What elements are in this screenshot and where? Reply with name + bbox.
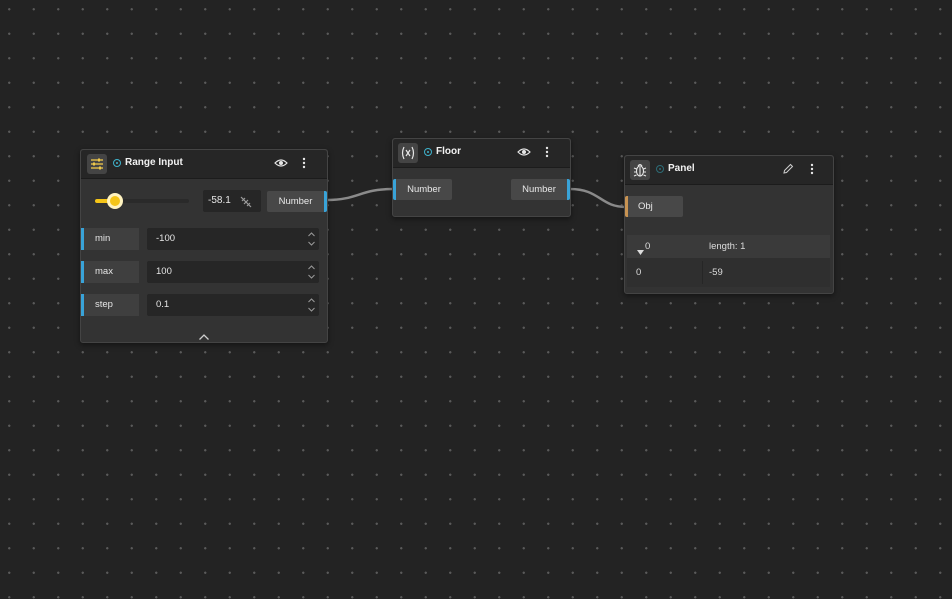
range-row-step: step 0.1 [81,294,327,316]
floor-header[interactable]: Floor [393,139,570,168]
sliders-icon [87,154,107,174]
node-title: Range Input [125,157,183,168]
table-row-value: -59 [709,267,723,278]
caret-down-icon[interactable] [637,243,644,261]
wire-floor-to-panel [569,187,627,209]
more-options-icon[interactable] [296,155,312,171]
panel-header[interactable]: Panel [625,156,833,185]
more-options-icon[interactable] [804,161,820,177]
table-header-row[interactable]: 0 length: 1 [627,235,830,258]
port-label: Number [407,184,441,195]
port-label: Number [522,184,556,195]
range-slider[interactable] [95,193,189,209]
port-label: Number [278,196,313,207]
stepper-icon[interactable] [307,230,316,248]
step-input[interactable]: 0.1 [147,294,319,316]
step-value: 0.1 [156,299,170,310]
slider-value: -58.1 [208,195,231,206]
node-title: Panel [668,163,695,174]
table-divider [702,261,703,284]
min-input[interactable]: -100 [147,228,319,250]
range-row-min: min -100 [81,228,327,250]
wire-range-to-floor [326,187,394,202]
step-label: step [81,294,139,316]
status-indicator [656,165,664,173]
table-header-key: 0 [645,241,651,252]
table-row: 0 -59 [627,261,830,284]
slider-value-box[interactable]: -58.1 [203,190,261,212]
stepper-icon[interactable] [307,296,316,314]
function-icon [398,143,418,163]
unlink-icon[interactable] [240,195,252,213]
eye-icon[interactable] [273,155,289,171]
floor-node[interactable]: Floor Number Number [392,138,571,217]
collapse-chevron-up-icon[interactable] [198,328,210,346]
panel-table: 0 length: 1 0 -59 [627,235,830,287]
bug-icon [630,160,650,180]
eye-icon[interactable] [516,144,532,160]
slider-knob[interactable] [106,193,123,209]
table-row-key: 0 [636,267,642,278]
floor-output-number-port[interactable]: Number [511,179,570,200]
max-label: max [81,261,139,283]
range-output-number-port[interactable]: Number [267,191,327,212]
max-input[interactable]: 100 [147,261,319,283]
status-indicator [113,159,121,167]
pencil-icon[interactable] [780,161,796,177]
range-input-header[interactable]: Range Input [81,150,327,179]
panel-input-obj-port[interactable]: Obj [625,196,683,217]
max-value: 100 [156,266,172,277]
floor-input-number-port[interactable]: Number [393,179,452,200]
range-input-node[interactable]: Range Input -58.1 Number min -100 max 10… [80,149,328,343]
node-title: Floor [436,146,461,157]
table-header-value: length: 1 [709,241,746,252]
status-indicator [424,148,432,156]
min-label: min [81,228,139,250]
panel-node[interactable]: Panel Obj 0 length: 1 0 -59 [624,155,834,294]
min-value: -100 [156,233,176,244]
port-label: Obj [638,201,653,212]
range-row-max: max 100 [81,261,327,283]
more-options-icon[interactable] [539,144,555,160]
stepper-icon[interactable] [307,263,316,281]
